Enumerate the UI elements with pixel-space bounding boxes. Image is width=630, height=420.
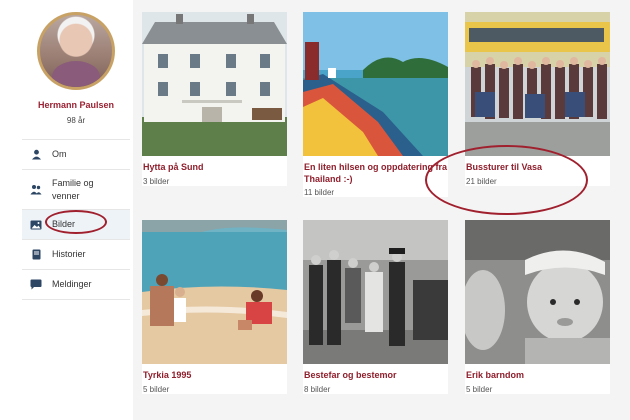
album-card[interactable]: Tyrkia 1995 5 bilder xyxy=(142,220,287,394)
avatar[interactable] xyxy=(37,12,115,90)
profile-name[interactable]: Hermann Paulsen xyxy=(22,100,130,110)
album-thumbnail[interactable] xyxy=(142,220,287,364)
album-count: 21 bilder xyxy=(466,176,497,186)
photos-icon xyxy=(30,219,42,231)
profile: Hermann Paulsen 98 år xyxy=(22,0,130,125)
album-title[interactable]: Tyrkia 1995 xyxy=(142,370,287,382)
profile-age: 98 år xyxy=(66,116,86,125)
album-card[interactable]: Hytta på Sund 3 bilder xyxy=(142,12,287,186)
album-count: 5 bilder xyxy=(143,384,170,394)
sidebar-item-om[interactable]: Om xyxy=(22,140,130,170)
book-icon xyxy=(30,249,42,261)
chat-icon xyxy=(30,279,42,291)
album-title[interactable]: Bestefar og bestemor xyxy=(303,370,448,382)
album-card[interactable]: Bestefar og bestemor 8 bilder xyxy=(303,220,448,394)
sidebar-nav: Om Familie og venner Bilder Historier Me… xyxy=(22,139,130,300)
album-thumbnail[interactable] xyxy=(465,220,610,364)
sidebar-item-label: Bilder xyxy=(52,219,76,230)
person-icon xyxy=(30,149,42,161)
sidebar-item-bilder[interactable]: Bilder xyxy=(22,210,130,240)
sidebar-item-label: Historier xyxy=(52,249,86,260)
album-card[interactable]: Erik barndom 5 bilder xyxy=(465,220,610,394)
album-title[interactable]: En liten hilsen og oppdatering fra Thail… xyxy=(303,162,448,185)
sidebar-item-label: Meldinger xyxy=(52,279,92,290)
album-thumbnail[interactable] xyxy=(465,12,610,156)
album-card[interactable]: Bussturer til Vasa 21 bilder xyxy=(465,12,610,186)
sidebar-item-historier[interactable]: Historier xyxy=(22,240,130,270)
album-thumbnail[interactable] xyxy=(142,12,287,156)
album-title[interactable]: Bussturer til Vasa xyxy=(465,162,610,174)
sidebar-item-label: Familie og venner xyxy=(52,178,94,201)
album-thumbnail[interactable] xyxy=(303,12,448,156)
sidebar-item-familie[interactable]: Familie og venner xyxy=(22,170,130,210)
sidebar-item-label: Om xyxy=(52,149,67,160)
album-card[interactable]: En liten hilsen og oppdatering fra Thail… xyxy=(303,12,448,198)
album-grid: Hytta på Sund 3 bilder En liten hilsen o… xyxy=(133,0,630,420)
album-title[interactable]: Erik barndom xyxy=(465,370,610,382)
album-count: 5 bilder xyxy=(466,384,493,394)
sidebar-item-meldinger[interactable]: Meldinger xyxy=(22,270,130,300)
people-icon xyxy=(30,184,42,196)
album-count: 8 bilder xyxy=(304,384,331,394)
album-count: 3 bilder xyxy=(143,176,170,186)
album-title[interactable]: Hytta på Sund xyxy=(142,162,287,174)
album-count: 11 bilder xyxy=(304,188,335,198)
album-thumbnail[interactable] xyxy=(303,220,448,364)
sidebar: Hermann Paulsen 98 år Om Familie og venn… xyxy=(22,0,130,420)
